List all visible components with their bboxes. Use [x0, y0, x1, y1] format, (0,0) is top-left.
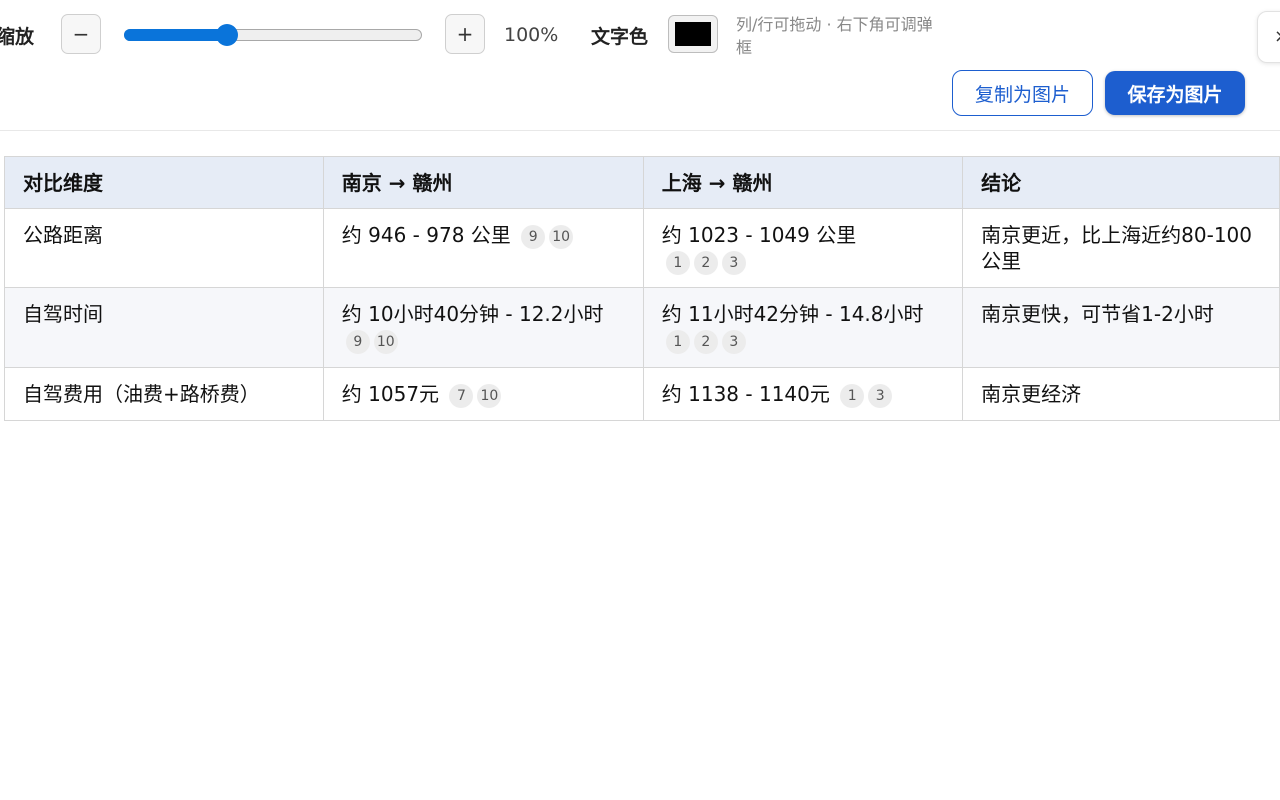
drag-hint: 列/行可拖动 · 右下角可调弹框 — [736, 15, 933, 57]
text-color-label: 文字色 — [591, 26, 649, 48]
citation-badge[interactable]: 10 — [477, 383, 502, 408]
copy-as-image-button[interactable]: 复制为图片 — [952, 70, 1093, 116]
cell-nanjing: 约 10小时40分钟 - 12.2小时 9 10 — [322, 287, 644, 368]
table-row: 自驾费用（油费+路桥费） 约 1057元 7 10 约 1138 - 1140元 … — [4, 367, 1280, 421]
citation-badge[interactable]: 10 — [549, 224, 574, 249]
citation-badge[interactable]: 9 — [345, 329, 370, 354]
header-shanghai[interactable]: 上海 → 赣州 — [642, 156, 964, 209]
zoom-out-button[interactable]: − — [61, 14, 101, 54]
header-conclusion[interactable]: 结论 — [962, 156, 1280, 209]
citation-badge[interactable]: 2 — [693, 329, 718, 354]
cell-text: 约 946 - 978 公里 — [341, 223, 511, 247]
cell-shanghai: 约 11小时42分钟 - 14.8小时 123 — [642, 287, 964, 368]
table-header-row: 对比维度 南京 → 赣州 上海 → 赣州 结论 — [4, 156, 1280, 209]
citation-badge[interactable]: 1 — [665, 329, 690, 354]
comparison-table: 对比维度 南京 → 赣州 上海 → 赣州 结论 公路距离 约 946 - 978… — [4, 156, 1280, 421]
cell-conclusion: 南京更经济 — [962, 367, 1280, 421]
text-color-swatch — [675, 22, 711, 46]
citation-badge[interactable]: 9 — [521, 224, 546, 249]
citation-badge[interactable]: 3 — [721, 329, 746, 354]
citation-badge[interactable]: 1 — [665, 250, 690, 275]
cell-dimension: 自驾时间 — [4, 287, 324, 368]
text-color-picker[interactable] — [668, 15, 718, 53]
cell-text: 约 1023 - 1049 公里 — [661, 223, 857, 247]
zoom-in-button[interactable]: + — [445, 14, 485, 54]
cell-dimension: 公路距离 — [4, 208, 324, 288]
cell-text: 约 1057元 — [341, 382, 440, 406]
close-icon[interactable]: × — [1257, 11, 1280, 63]
cell-text: 约 11小时42分钟 - 14.8小时 — [661, 302, 924, 326]
zoom-slider[interactable] — [124, 24, 422, 46]
citation-badge[interactable]: 2 — [693, 250, 718, 275]
citation-badge[interactable]: 1 — [840, 383, 865, 408]
zoom-label: 缩放 — [0, 26, 35, 48]
cell-nanjing: 约 946 - 978 公里 9 10 — [322, 208, 644, 288]
citation-badge[interactable]: 10 — [373, 329, 398, 354]
cell-text: 约 1138 - 1140元 — [661, 382, 830, 406]
header-dimension[interactable]: 对比维度 — [4, 156, 324, 209]
header-nanjing[interactable]: 南京 → 赣州 — [322, 156, 644, 209]
cell-conclusion: 南京更快，可节省1-2小时 — [962, 287, 1280, 368]
save-as-image-button[interactable]: 保存为图片 — [1105, 71, 1245, 115]
citation-badge[interactable]: 7 — [449, 383, 474, 408]
cell-dimension: 自驾费用（油费+路桥费） — [4, 367, 324, 421]
table-row: 自驾时间 约 10小时40分钟 - 12.2小时 9 10 约 11小时42分钟 … — [4, 287, 1280, 368]
zoom-value: 100% — [504, 24, 559, 46]
zoom-slider-fill — [124, 29, 227, 41]
zoom-slider-thumb[interactable] — [215, 24, 238, 46]
citation-badge[interactable]: 3 — [868, 383, 893, 408]
toolbar: 缩放 − + 100% 文字色 列/行可拖动 · 右下角可调弹框 × 复制为图片… — [0, 0, 1280, 131]
cell-text: 约 10小时40分钟 - 12.2小时 — [341, 302, 604, 326]
comparison-table-container: 对比维度 南京 → 赣州 上海 → 赣州 结论 公路距离 约 946 - 978… — [4, 156, 1280, 421]
table-row: 公路距离 约 946 - 978 公里 9 10 约 1023 - 1049 公里… — [4, 208, 1280, 288]
cell-shanghai: 约 1023 - 1049 公里 123 — [642, 208, 964, 288]
cell-conclusion: 南京更近，比上海近约80-100公里 — [962, 208, 1280, 288]
cell-shanghai: 约 1138 - 1140元 13 — [642, 367, 964, 421]
cell-nanjing: 约 1057元 7 10 — [322, 367, 644, 421]
citation-badge[interactable]: 3 — [721, 250, 746, 275]
